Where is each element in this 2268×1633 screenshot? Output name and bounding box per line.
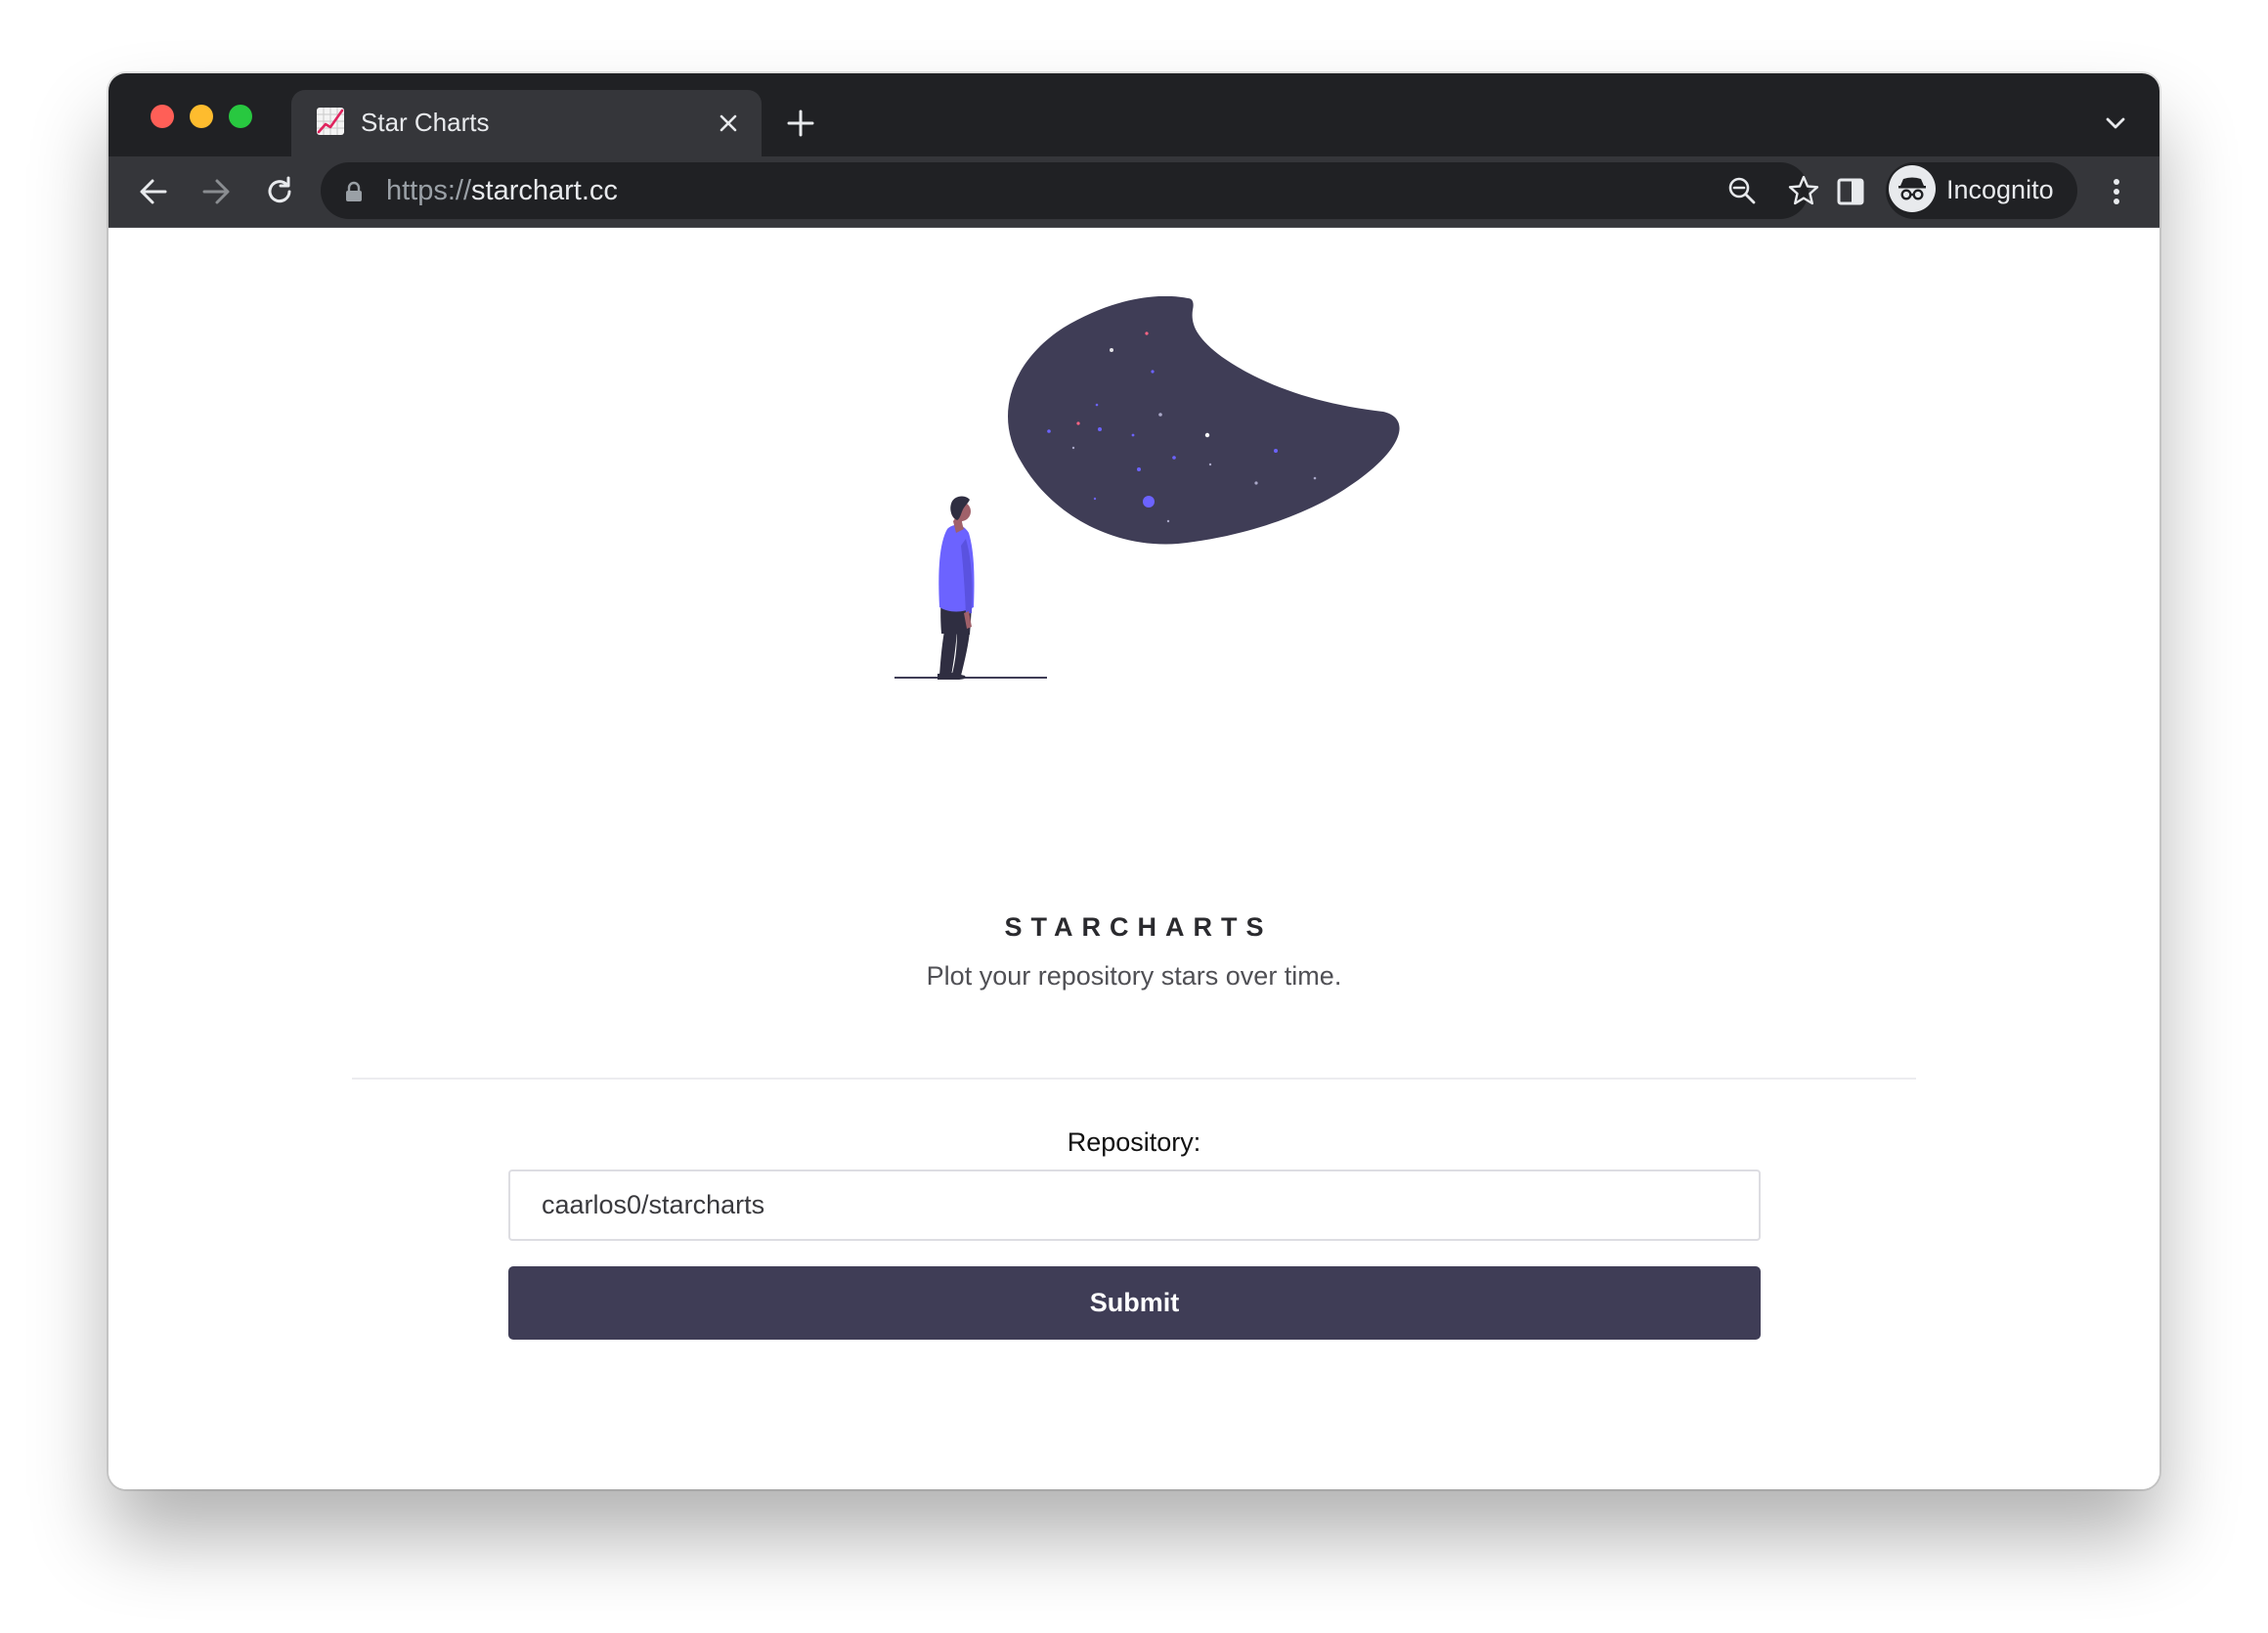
url-scheme: https:// xyxy=(386,175,472,206)
url-text[interactable]: https://starchart.cc xyxy=(386,175,618,206)
divider xyxy=(352,1078,1916,1080)
side-panel-icon[interactable] xyxy=(1833,174,1868,209)
plus-icon[interactable] xyxy=(786,109,815,138)
arrow-right-icon[interactable] xyxy=(198,174,234,209)
incognito-label: Incognito xyxy=(1946,175,2054,204)
reload-icon[interactable] xyxy=(262,174,297,209)
page-content: STARCHARTS Plot your repository stars ov… xyxy=(109,228,2159,1489)
zoom-out-icon[interactable] xyxy=(1724,173,1760,208)
url-host: starchart.cc xyxy=(471,175,618,206)
chart-increasing-icon xyxy=(317,108,344,135)
tab-title: Star Charts xyxy=(361,108,490,137)
close-window-button[interactable] xyxy=(151,105,174,128)
tagline: Plot your repository stars over time. xyxy=(926,961,1342,991)
star-outline-icon[interactable] xyxy=(1786,173,1821,208)
browser-toolbar: https://starchart.cc Incognito xyxy=(109,156,2159,228)
kebab-menu-icon[interactable] xyxy=(2099,174,2134,209)
repository-input[interactable] xyxy=(508,1170,1761,1241)
close-icon[interactable] xyxy=(715,110,742,137)
lock-icon[interactable] xyxy=(344,181,364,202)
submit-button[interactable]: Submit xyxy=(508,1266,1761,1340)
night-sky-blob xyxy=(1008,296,1400,545)
browser-titlebar: Star Charts xyxy=(109,73,2159,156)
browser-window: Star Charts https://starchart.cc Incogni… xyxy=(109,73,2159,1489)
tab-star-charts[interactable]: Star Charts xyxy=(291,90,762,156)
arrow-left-icon[interactable] xyxy=(136,174,171,209)
zoom-window-button[interactable] xyxy=(229,105,252,128)
incognito-profile-button[interactable]: Incognito xyxy=(1886,162,2077,219)
chevron-down-icon[interactable] xyxy=(2103,110,2128,136)
minimize-window-button[interactable] xyxy=(190,105,213,128)
stargazer-illustration xyxy=(894,296,1400,680)
incognito-icon xyxy=(1889,165,1936,212)
person-figure xyxy=(938,496,975,680)
repository-label: Repository: xyxy=(1067,1127,1201,1157)
address-bar[interactable]: https://starchart.cc xyxy=(321,162,1819,219)
brand-title: STARCHARTS xyxy=(1004,912,1273,942)
